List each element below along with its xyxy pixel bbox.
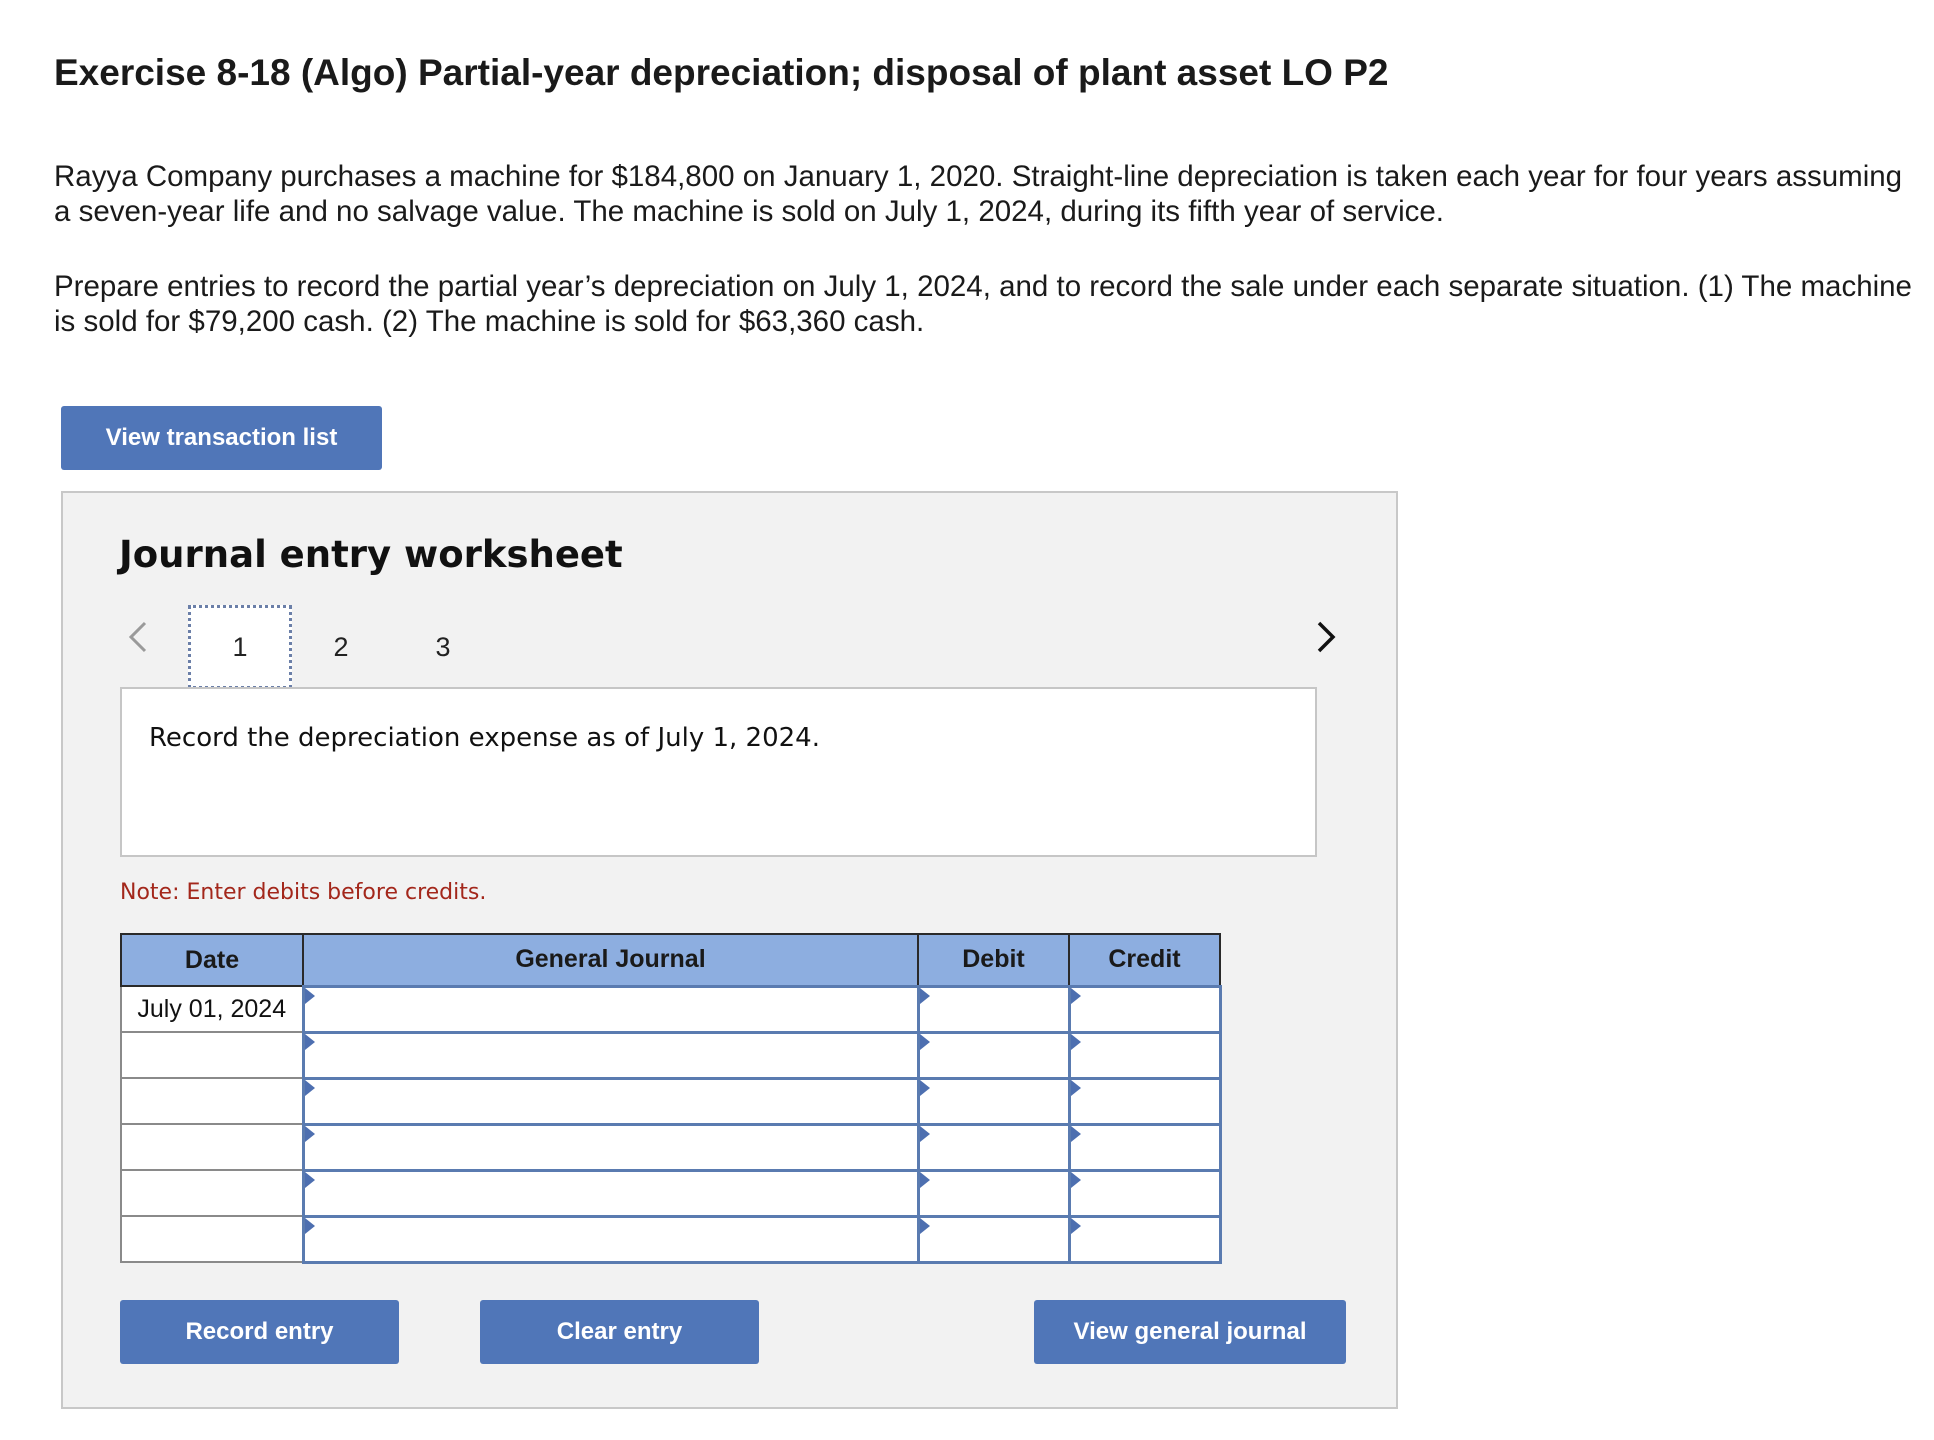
table-row [120, 1076, 1222, 1126]
tab-2[interactable]: 2 [289, 605, 393, 689]
debit-input[interactable] [916, 1122, 1071, 1172]
tab-1[interactable]: 1 [188, 605, 292, 689]
journal-table: Date General Journal Debit Credit July 0… [120, 933, 1222, 1264]
problem-description: Rayya Company purchases a machine for $1… [54, 160, 1903, 228]
credit-input[interactable] [1067, 984, 1222, 1034]
account-select[interactable] [301, 984, 920, 1034]
debit-input[interactable] [916, 1168, 1071, 1218]
input-marker-icon [1070, 1125, 1081, 1142]
chevron-right-icon[interactable] [1311, 617, 1341, 657]
journal-entry-worksheet: Journal entry worksheet 1 2 3 Record the… [61, 491, 1398, 1409]
date-cell [120, 1031, 304, 1079]
view-general-journal-button[interactable]: View general journal [1034, 1300, 1346, 1364]
input-marker-icon [919, 1033, 930, 1050]
date-cell: July 01, 2024 [120, 985, 304, 1033]
input-marker-icon [1070, 1171, 1081, 1188]
input-marker-icon [919, 1079, 930, 1096]
debit-input[interactable] [916, 1030, 1071, 1080]
account-select[interactable] [301, 1168, 920, 1218]
entry-prompt: Record the depreciation expense as of Ju… [149, 723, 820, 753]
input-marker-icon [919, 1125, 930, 1142]
dropdown-marker-icon [304, 1079, 315, 1096]
dropdown-marker-icon [304, 987, 315, 1004]
input-marker-icon [1070, 987, 1081, 1004]
input-marker-icon [919, 987, 930, 1004]
column-header-general-journal: General Journal [302, 933, 919, 987]
problem-instructions: Prepare entries to record the partial ye… [54, 270, 1912, 338]
input-marker-icon [1070, 1033, 1081, 1050]
credit-input[interactable] [1067, 1168, 1222, 1218]
credit-input[interactable] [1067, 1214, 1222, 1264]
worksheet-title: Journal entry worksheet [119, 533, 623, 576]
input-marker-icon [1070, 1217, 1081, 1234]
input-marker-icon [919, 1217, 930, 1234]
chevron-left-icon[interactable] [123, 617, 153, 657]
dropdown-marker-icon [304, 1033, 315, 1050]
record-entry-button[interactable]: Record entry [120, 1300, 399, 1364]
table-row [120, 1214, 1222, 1264]
column-header-debit: Debit [917, 933, 1070, 987]
credit-input[interactable] [1067, 1030, 1222, 1080]
credit-input[interactable] [1067, 1076, 1222, 1126]
page-title: Exercise 8-18 (Algo) Partial-year deprec… [54, 52, 1389, 93]
table-header-row: Date General Journal Debit Credit [120, 933, 1221, 987]
dropdown-marker-icon [304, 1125, 315, 1142]
table-row: July 01, 2024 [120, 984, 1222, 1034]
entry-note: Note: Enter debits before credits. [120, 880, 487, 905]
account-select[interactable] [301, 1030, 920, 1080]
date-cell [120, 1215, 304, 1263]
view-transaction-list-button[interactable]: View transaction list [61, 406, 382, 470]
date-cell [120, 1123, 304, 1171]
column-header-date: Date [120, 933, 304, 987]
clear-entry-button[interactable]: Clear entry [480, 1300, 759, 1364]
account-select[interactable] [301, 1076, 920, 1126]
input-marker-icon [1070, 1079, 1081, 1096]
tab-3[interactable]: 3 [391, 605, 495, 689]
account-select[interactable] [301, 1214, 920, 1264]
input-marker-icon [919, 1171, 930, 1188]
date-cell [120, 1169, 304, 1217]
table-row [120, 1168, 1222, 1218]
table-row [120, 1122, 1222, 1172]
date-cell [120, 1077, 304, 1125]
credit-input[interactable] [1067, 1122, 1222, 1172]
entry-prompt-box: Record the depreciation expense as of Ju… [120, 687, 1317, 857]
table-row [120, 1030, 1222, 1080]
column-header-credit: Credit [1068, 933, 1221, 987]
account-select[interactable] [301, 1122, 920, 1172]
debit-input[interactable] [916, 1214, 1071, 1264]
debit-input[interactable] [916, 1076, 1071, 1126]
debit-input[interactable] [916, 984, 1071, 1034]
dropdown-marker-icon [304, 1217, 315, 1234]
dropdown-marker-icon [304, 1171, 315, 1188]
